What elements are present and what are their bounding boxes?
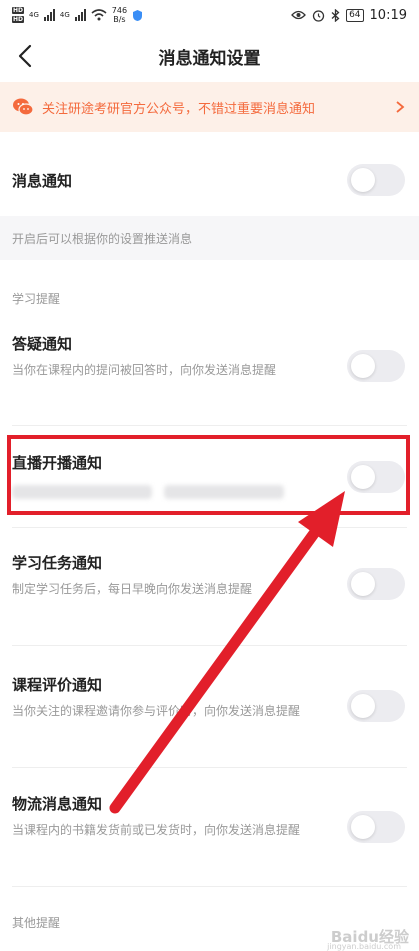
back-arrow-icon[interactable] [14,42,38,70]
setting-title: 学习任务通知 [12,554,103,572]
network-speed: 746 B/s [111,6,128,24]
wifi-icon [91,9,107,21]
answer-notify-toggle[interactable] [347,350,405,382]
clock-time: 10:19 [369,7,407,23]
divider [12,767,407,768]
master-notification-toggle[interactable] [347,164,405,196]
status-bar: HD HD 4G 4G 746 B/s 64 10:19 [0,0,419,30]
wechat-icon [13,98,34,116]
master-notification-label: 消息通知 [12,171,73,190]
bluetooth-icon [331,8,340,22]
section-study-label: 学习提醒 [12,292,61,306]
banner-text: 关注研途考研官方公众号，不错过重要消息通知 [42,101,316,117]
shield-icon [133,9,143,21]
divider [12,425,407,426]
section-other-label: 其他提醒 [12,916,61,930]
network-type-1: 4G [29,11,39,19]
alarm-icon [312,9,325,22]
divider [12,886,407,887]
battery-level: 64 [346,8,364,22]
hd-indicator: HD HD [12,7,25,23]
page-title: 消息通知设置 [158,48,261,69]
setting-desc: 当你关注的课程邀请你参与评价时，向你发送消息提醒 [12,704,301,718]
signal-icon-2 [74,9,86,21]
annotation-highlight-box [7,435,410,515]
setting-desc: 当你在课程内的提问被回答时，向你发送消息提醒 [12,363,277,377]
logistics-notify-toggle[interactable] [347,811,405,843]
setting-title: 答疑通知 [12,335,73,353]
divider [12,527,407,528]
setting-title: 课程评价通知 [12,676,103,694]
eye-icon [291,10,306,20]
follow-account-banner[interactable]: 关注研途考研官方公众号，不错过重要消息通知 [0,82,419,132]
setting-title: 物流消息通知 [12,795,103,813]
chevron-right-icon [396,101,405,113]
network-type-2: 4G [59,11,70,19]
setting-desc: 制定学习任务后，每日早晚向你发送消息提醒 [12,582,253,596]
setting-desc: 当课程内的书籍发货前或已发货时，向你发送消息提醒 [12,823,301,837]
master-hint: 开启后可以根据你的设置推送消息 [0,216,419,260]
divider [12,645,407,646]
task-notify-toggle[interactable] [347,568,405,600]
review-notify-toggle[interactable] [347,690,405,722]
signal-icon [43,9,55,21]
nav-bar: 消息通知设置 [0,30,419,82]
watermark-url: jingyan.baidu.com [327,942,401,951]
